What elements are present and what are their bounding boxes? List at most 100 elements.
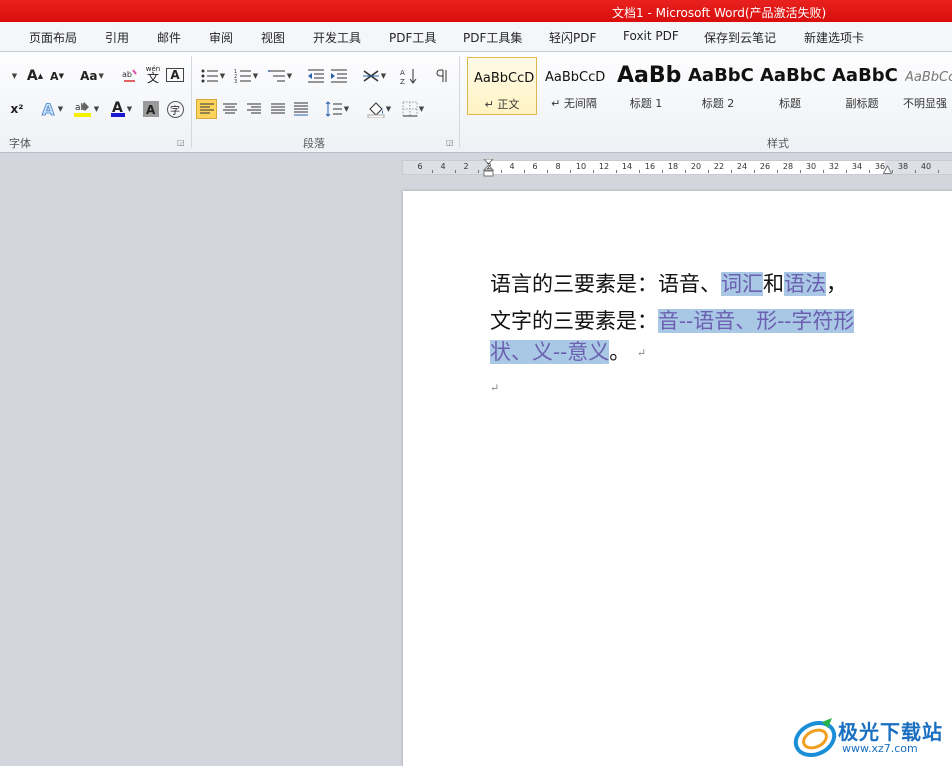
phonetic-guide-button[interactable]: wén 文	[143, 64, 163, 84]
decrease-indent-icon[interactable]	[306, 66, 326, 86]
styles-group-label: 样式	[767, 137, 789, 150]
style-label: 不明显强	[903, 97, 947, 110]
horizontal-ruler[interactable]: 6 4 2 2 4 6 8 10 12 14 16 18 20 22 24 26 28 30 32 34 36 38 40	[402, 159, 952, 177]
group-divider	[191, 56, 192, 148]
tab-pdf-tools[interactable]: PDF工具	[389, 29, 436, 46]
tab-save-cloud-notes[interactable]: 保存到云笔记	[704, 29, 776, 46]
tab-developer[interactable]: 开发工具	[313, 29, 361, 46]
sort-icon[interactable]: AZ	[398, 66, 420, 86]
text-run: ，	[826, 272, 847, 296]
tab-review[interactable]: 审阅	[209, 29, 233, 46]
tab-mailings[interactable]: 邮件	[157, 29, 181, 46]
clear-formatting-icon[interactable]: ab	[120, 66, 140, 86]
ruler-margin-right	[885, 161, 952, 174]
ruler-number: 14	[621, 162, 633, 171]
tab-references[interactable]: 引用	[105, 29, 129, 46]
enclose-characters-button[interactable]: 字	[164, 99, 186, 119]
ruler-tick	[707, 170, 709, 173]
character-border-button[interactable]: A	[166, 68, 184, 82]
ruler-tick	[822, 170, 824, 173]
line-spacing-button[interactable]: ▼	[322, 99, 352, 119]
document-line-1[interactable]: 语言的三要素是：语音、词汇和语法，	[490, 267, 890, 301]
tab-page-layout[interactable]: 页面布局	[29, 29, 77, 46]
ruler-number: 22	[713, 162, 725, 171]
highlight-color-button[interactable]: ab ▼	[70, 99, 102, 119]
ruler-number: 2	[463, 162, 469, 171]
style-label: 标题 1	[629, 97, 663, 110]
text-run: 语言的三要素是：语音、	[490, 272, 721, 296]
selected-text: 状、义--意义	[490, 340, 610, 364]
paragraph-dialog-launcher-icon[interactable]: ◲	[446, 138, 454, 147]
style-no-spacing[interactable]: AaBbCcD ↵ 无间隔	[539, 57, 609, 115]
ruler-number: 38	[897, 162, 909, 171]
text-effects-button[interactable]: A ▼	[38, 99, 66, 119]
ruler-tick	[523, 170, 525, 173]
style-heading-2[interactable]: AaBbC 标题 2	[683, 57, 753, 115]
align-center-button[interactable]	[220, 99, 240, 119]
style-subtle-emphasis[interactable]: AaBbCc 不明显强	[899, 57, 952, 115]
paragraph-mark: ↵	[490, 381, 500, 395]
document-line-2[interactable]: 文字的三要素是：音--语音、形--字符形	[490, 304, 890, 338]
ruler-number: 4	[509, 162, 515, 171]
justify-button[interactable]	[268, 99, 288, 119]
tab-view[interactable]: 视图	[261, 29, 285, 46]
ruler-tick	[776, 170, 778, 173]
watermark-logo-icon	[793, 718, 837, 758]
grow-font-button[interactable]: A ▲	[25, 66, 45, 86]
ruler-tick	[477, 170, 479, 173]
ruler-tick	[638, 170, 640, 173]
ruler-number: 32	[828, 162, 840, 171]
font-dialog-launcher-icon[interactable]: ◲	[177, 138, 185, 147]
ruler-tick	[592, 170, 594, 173]
superscript-button[interactable]: x²	[8, 99, 26, 119]
svg-text:A: A	[146, 103, 156, 117]
change-case-button[interactable]: Aa ▼	[78, 66, 106, 86]
ruler-number: 24	[736, 162, 748, 171]
group-divider	[459, 56, 460, 148]
document-empty-paragraph[interactable]: ↵	[490, 380, 890, 396]
paragraph-shading-button[interactable]: ▼	[364, 99, 394, 119]
site-watermark: 极光下载站 www.xz7.com	[792, 712, 952, 766]
paragraph-mark: ↵	[636, 346, 647, 360]
document-line-3[interactable]: 状、义--意义。 ↵	[490, 335, 890, 371]
styles-gallery: AaBbCcD ↵ 正文 AaBbCcD ↵ 无间隔 AaBb 标题 1 AaB…	[465, 57, 952, 117]
ruler-tick	[431, 170, 433, 173]
align-left-button[interactable]	[196, 99, 217, 119]
character-shading-button[interactable]: A	[142, 99, 160, 119]
ruler-tick	[569, 170, 571, 173]
ruler-number: 8	[555, 162, 561, 171]
watermark-brand-text: 极光下载站	[838, 720, 943, 744]
chinese-layout-button[interactable]: ▼	[359, 66, 389, 86]
style-sample: AaBb	[617, 63, 681, 87]
shrink-font-button[interactable]: A ▼	[47, 66, 67, 86]
style-heading-1[interactable]: AaBb 标题 1	[611, 57, 681, 115]
ruler-number: 36	[874, 162, 886, 171]
ruler-tick	[546, 170, 548, 173]
watermark-url: www.xz7.com	[842, 742, 918, 755]
ribbon-tabs: 页面布局 引用 邮件 审阅 视图 开发工具 PDF工具 PDF工具集 轻闪PDF…	[0, 22, 952, 52]
distributed-align-button[interactable]	[291, 99, 311, 119]
style-sample: AaBbC	[832, 65, 897, 86]
ruler-number: 4	[440, 162, 446, 171]
tab-new-tab[interactable]: 新建选项卡	[804, 29, 864, 46]
style-title[interactable]: AaBbC 标题	[755, 57, 825, 115]
tab-qingshan-pdf[interactable]: 轻闪PDF	[549, 29, 596, 46]
document-page[interactable]: 语言的三要素是：语音、词汇和语法， 文字的三要素是：音--语音、形--字符形 状…	[403, 191, 952, 766]
svg-text:Z: Z	[400, 78, 405, 85]
style-sample: AaBbCcD	[474, 71, 535, 86]
align-right-button[interactable]	[244, 99, 264, 119]
increase-indent-icon[interactable]	[329, 66, 349, 86]
font-size-dropdown[interactable]: ▼	[8, 66, 20, 86]
ruler-tick	[661, 170, 663, 173]
show-formatting-marks-icon[interactable]	[432, 66, 452, 86]
bullets-button[interactable]: ▼	[198, 66, 228, 86]
font-color-button[interactable]: A ▼	[106, 99, 136, 119]
style-normal[interactable]: AaBbCcD ↵ 正文	[467, 57, 537, 115]
numbering-button[interactable]: 1 2 3 ▼	[231, 66, 261, 86]
style-subtitle[interactable]: AaBbC 副标题	[827, 57, 897, 115]
tab-foxit-pdf[interactable]: Foxit PDF	[623, 29, 679, 43]
borders-button[interactable]: ▼	[398, 99, 428, 119]
ruler-number: 28	[782, 162, 794, 171]
tab-pdf-toolset[interactable]: PDF工具集	[463, 29, 522, 46]
multilevel-list-button[interactable]: ▼	[265, 66, 295, 86]
